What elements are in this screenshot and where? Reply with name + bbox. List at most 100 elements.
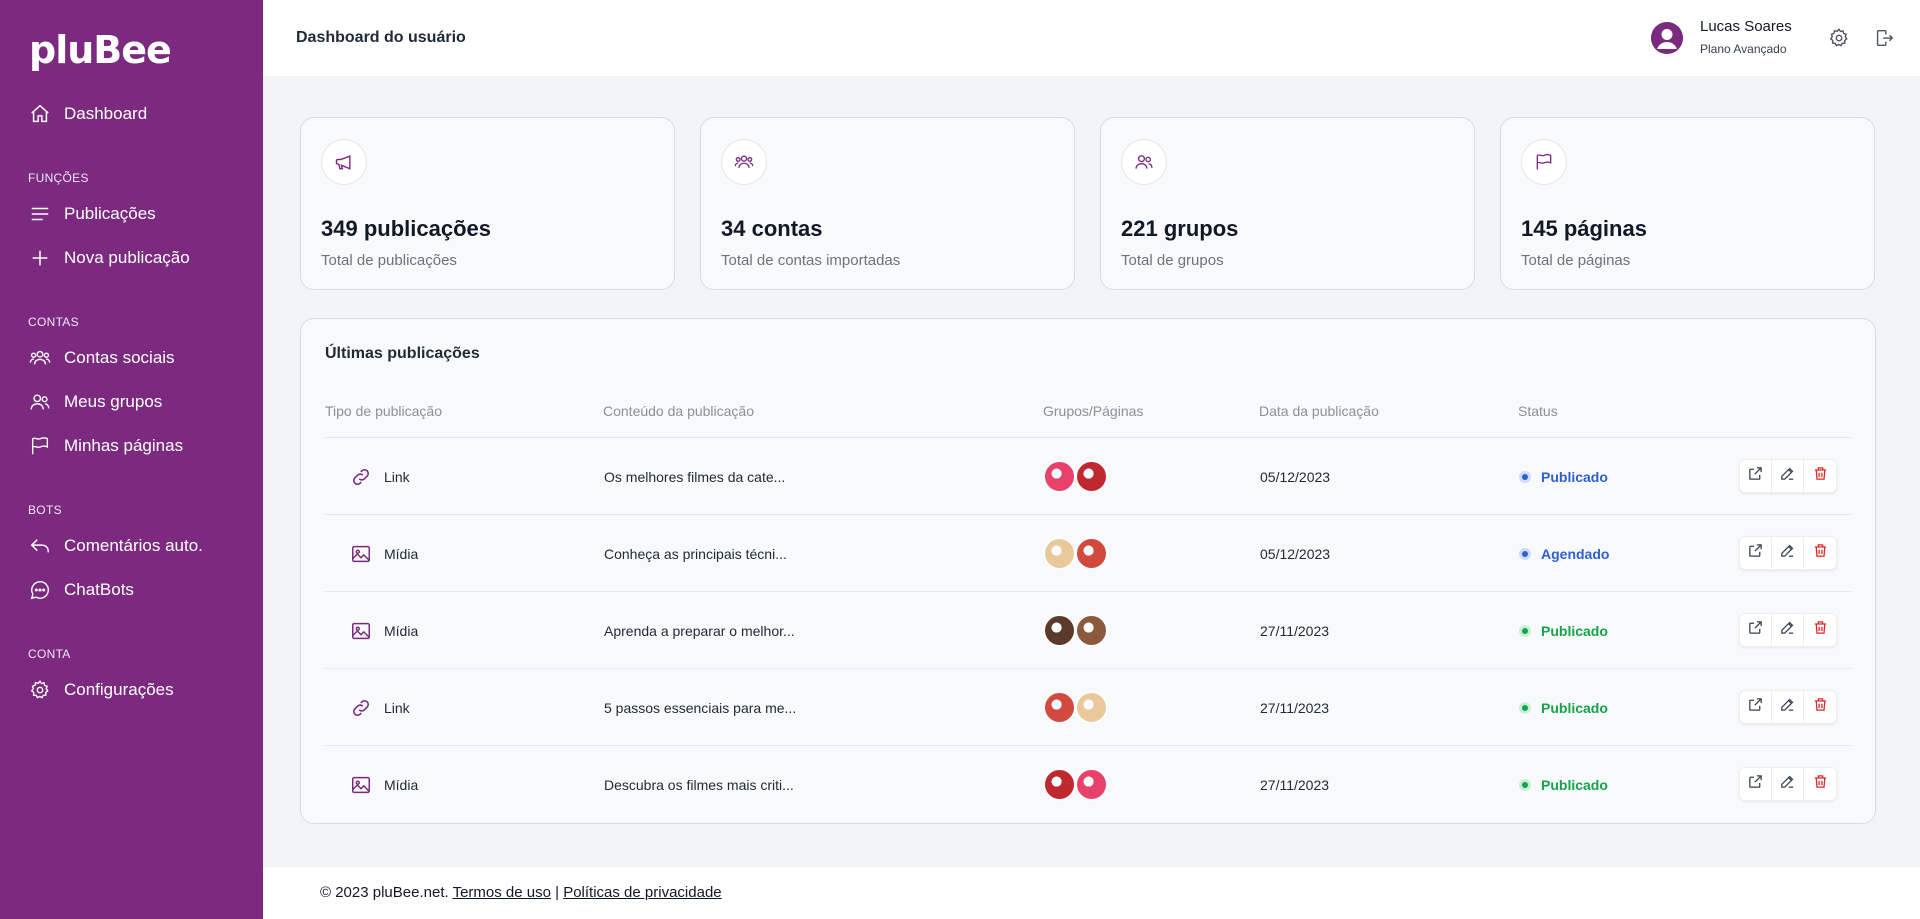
group-thumbnail[interactable]: [1075, 614, 1108, 647]
status-dot: [1519, 778, 1531, 791]
stat-label: Total de páginas: [1521, 252, 1631, 269]
status-text: Publicado: [1541, 468, 1608, 485]
trash-icon: [1812, 619, 1829, 641]
date-cell: 27/11/2023: [1260, 699, 1330, 716]
group-thumbnail[interactable]: [1075, 537, 1108, 570]
top-header: Dashboard do usuário Lucas Soares Plano …: [263, 0, 1920, 76]
edit-button[interactable]: [1772, 768, 1804, 800]
content-cell: 5 passos essenciais para me...: [604, 699, 797, 716]
section-conta: CONTA: [28, 647, 71, 661]
row-actions: [1739, 459, 1837, 493]
edit-button[interactable]: [1772, 691, 1804, 723]
privacy-link[interactable]: Políticas de privacidade: [563, 884, 721, 901]
external-link-icon: [1747, 619, 1764, 641]
groups-cell: [1043, 515, 1108, 592]
user-name: Lucas Soares: [1700, 18, 1792, 35]
sidebar-item-dashboard[interactable]: Dashboard: [28, 100, 147, 128]
sidebar-item-contas-sociais[interactable]: Contas sociais: [28, 344, 175, 372]
footer-separator: |: [555, 884, 560, 901]
table-row[interactable]: Mídia Conheça as principais técni... 05/12…: [325, 514, 1851, 591]
table-row[interactable]: Mídia Aprenda a preparar o melhor... 27/11…: [325, 591, 1851, 668]
trash-icon: [1812, 465, 1829, 487]
settings-button[interactable]: [1827, 27, 1851, 54]
type-cell: Link: [349, 669, 410, 746]
edit-button[interactable]: [1772, 537, 1804, 569]
group-thumbnail[interactable]: [1043, 537, 1076, 570]
flag-icon: [28, 434, 52, 458]
sidebar-item-label: Meus grupos: [64, 392, 163, 411]
date-cell: 05/12/2023: [1260, 545, 1331, 562]
edit-icon: [1779, 619, 1796, 641]
sidebar-item-nova-publicacao[interactable]: Nova publicação: [28, 244, 190, 272]
image-icon: [349, 542, 373, 566]
open-button[interactable]: [1740, 691, 1772, 723]
status-badge: Publicado: [1519, 700, 1608, 716]
latest-publications-panel: Últimas publicações Tipo de publicação C…: [300, 318, 1876, 824]
open-button[interactable]: [1740, 460, 1772, 492]
groups-cell: [1043, 746, 1108, 823]
sidebar-item-meus-grupos[interactable]: Meus grupos: [28, 388, 162, 416]
status-dot: [1519, 624, 1531, 637]
footer: © 2023 pluBee.net. Termos de uso | Polít…: [263, 867, 1920, 919]
link-icon: [349, 465, 373, 489]
date-cell: 27/11/2023: [1260, 622, 1330, 639]
group-thumbnail[interactable]: [1075, 460, 1108, 493]
external-link-icon: [1747, 773, 1764, 795]
group-thumbnail[interactable]: [1043, 768, 1076, 801]
group-thumbnail[interactable]: [1043, 691, 1076, 724]
stat-label: Total de publicações: [321, 252, 457, 269]
group-thumbnail[interactable]: [1043, 460, 1076, 493]
table-row[interactable]: Link 5 passos essenciais para me... 27/11/…: [325, 668, 1851, 745]
edit-icon: [1779, 696, 1796, 718]
trash-icon: [1812, 773, 1829, 795]
publication-type: Mídia: [384, 776, 419, 793]
sidebar-item-minhas-paginas[interactable]: Minhas páginas: [28, 432, 183, 460]
groups-cell: [1043, 669, 1108, 746]
sidebar-item-publicacoes[interactable]: Publicações: [28, 200, 156, 228]
avatar[interactable]: [1651, 22, 1683, 54]
table-row[interactable]: Link Os melhores filmes da cate... 05/12/2…: [325, 437, 1851, 514]
group-thumbnail[interactable]: [1075, 768, 1108, 801]
column-header-data: Data da publicação: [1259, 403, 1379, 419]
group-thumbnail[interactable]: [1043, 614, 1076, 647]
delete-button[interactable]: [1804, 768, 1836, 800]
status-text: Publicado: [1541, 776, 1608, 793]
home-icon: [28, 102, 52, 126]
status-cell: Publicado: [1519, 669, 1608, 746]
group-thumbnail[interactable]: [1075, 691, 1108, 724]
sidebar-item-label: Dashboard: [64, 104, 148, 123]
delete-button[interactable]: [1804, 691, 1836, 723]
sidebar-item-label: ChatBots: [64, 580, 134, 599]
content-cell: Descubra os filmes mais criti...: [604, 776, 794, 793]
sidebar-item-configuracoes[interactable]: Configurações: [28, 676, 174, 704]
open-button[interactable]: [1740, 768, 1772, 800]
sidebar-item-label: Publicações: [64, 204, 156, 223]
open-button[interactable]: [1740, 537, 1772, 569]
delete-button[interactable]: [1804, 614, 1836, 646]
terms-link[interactable]: Termos de uso: [453, 884, 551, 901]
logo[interactable]: pluBee: [29, 28, 172, 72]
status-cell: Publicado: [1519, 746, 1608, 823]
sidebar-item-label: Nova publicação: [64, 248, 190, 267]
section-funcoes: FUNÇÕES: [28, 171, 89, 185]
sidebar-item-chatbots[interactable]: ChatBots: [28, 576, 134, 604]
sidebar-item-label: Comentários auto.: [64, 536, 203, 555]
sidebar-item-label: Configurações: [64, 680, 174, 699]
gear-icon: [1828, 27, 1850, 54]
table-row[interactable]: Mídia Descubra os filmes mais criti... 27/…: [325, 745, 1851, 822]
logout-button[interactable]: [1872, 28, 1896, 52]
edit-button[interactable]: [1772, 460, 1804, 492]
open-button[interactable]: [1740, 614, 1772, 646]
column-header-status: Status: [1518, 403, 1558, 419]
chat-icon: [28, 578, 52, 602]
type-cell: Mídia: [349, 515, 418, 592]
delete-button[interactable]: [1804, 460, 1836, 492]
groups-cell: [1043, 592, 1108, 669]
edit-button[interactable]: [1772, 614, 1804, 646]
delete-button[interactable]: [1804, 537, 1836, 569]
status-text: Publicado: [1541, 699, 1608, 716]
content-cell: Conheça as principais técni...: [604, 545, 787, 562]
copyright: © 2023 pluBee.net.: [320, 884, 449, 901]
external-link-icon: [1747, 542, 1764, 564]
sidebar-item-comentarios[interactable]: Comentários auto.: [28, 532, 203, 560]
